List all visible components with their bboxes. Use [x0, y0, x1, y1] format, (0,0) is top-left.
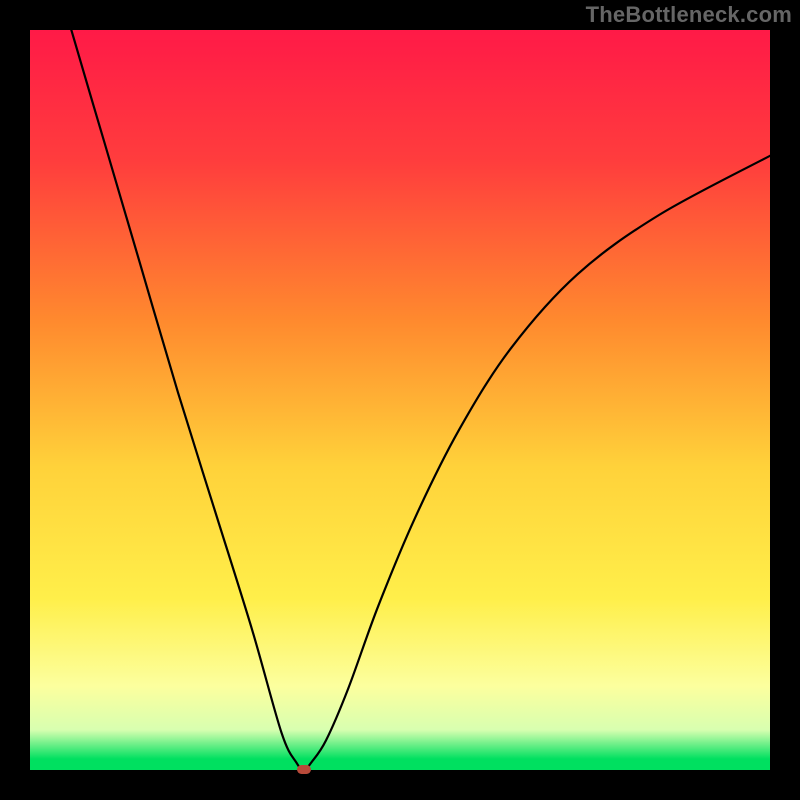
chart-frame: TheBottleneck.com: [0, 0, 800, 800]
bottleneck-curve: [30, 30, 770, 770]
optimal-marker: [297, 765, 311, 774]
watermark-text: TheBottleneck.com: [586, 2, 792, 28]
plot-area: [30, 30, 770, 770]
curve-layer: [30, 30, 770, 770]
